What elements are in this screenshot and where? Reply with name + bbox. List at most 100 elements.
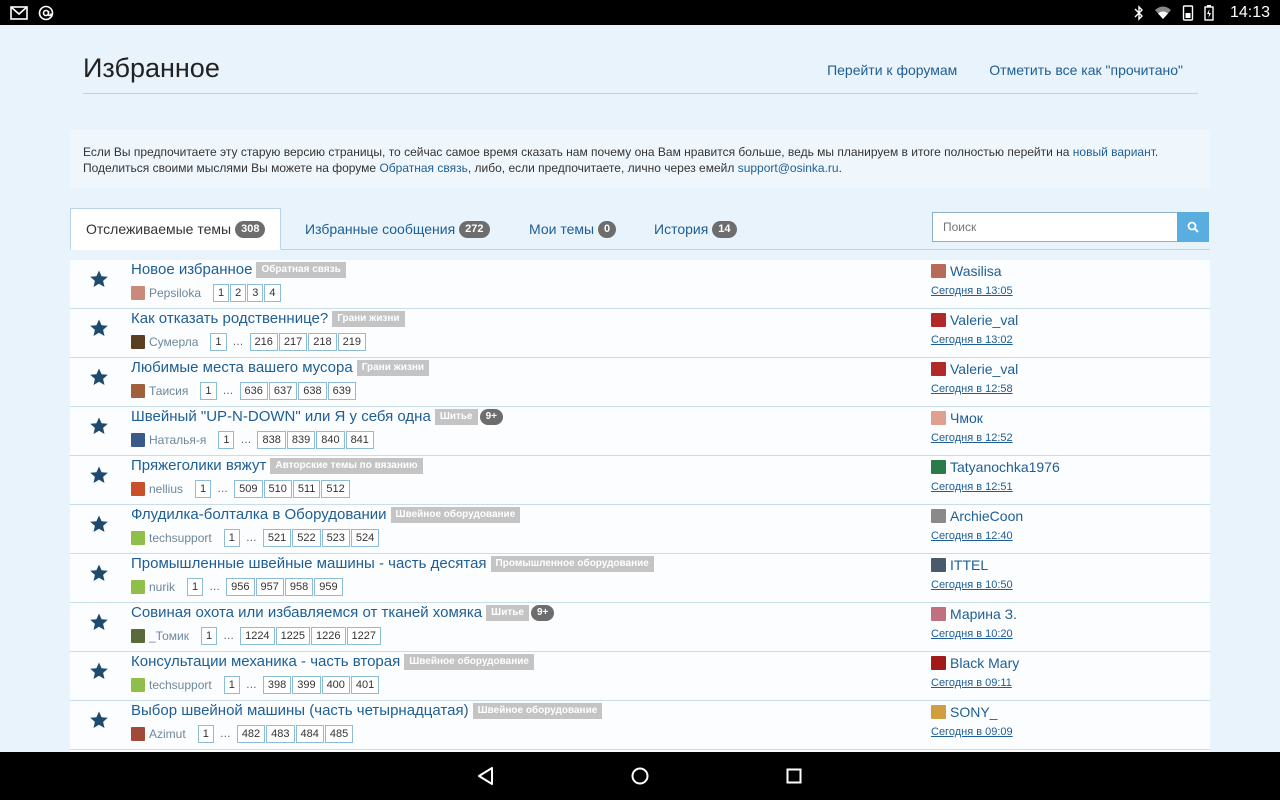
last-user-name[interactable]: Valerie_val [950, 312, 1018, 328]
page-link[interactable]: 219 [337, 333, 366, 351]
tab-tracked-topics[interactable]: Отслеживаемые темы 308 [70, 208, 282, 250]
back-button[interactable] [474, 764, 498, 788]
topic-author[interactable]: _Томик [149, 629, 189, 643]
page-link[interactable]: 1227 [346, 627, 382, 645]
star-icon[interactable] [89, 367, 109, 387]
last-post-time[interactable]: Сегодня в 12:40 [931, 530, 1023, 542]
topic-title-link[interactable]: Промышленные швейные машины - часть деся… [131, 555, 487, 572]
star-icon[interactable] [89, 612, 109, 632]
page-link[interactable]: 838 [257, 431, 286, 449]
last-post-user[interactable]: Tatyanochka1976 [931, 459, 1060, 475]
star-icon[interactable] [89, 514, 109, 534]
forum-tag[interactable]: Швейное оборудование [472, 702, 603, 719]
topic-author[interactable]: Наталья-я [149, 433, 206, 447]
page-link[interactable]: 958 [284, 578, 314, 596]
page-link[interactable]: 524 [350, 529, 380, 547]
topic-author[interactable]: nurik [149, 580, 175, 594]
page-link[interactable]: 483 [266, 725, 295, 743]
page-link[interactable]: 401 [350, 676, 380, 694]
last-user-name[interactable]: Tatyanochka1976 [950, 459, 1060, 475]
last-post-user[interactable]: Чмок [931, 410, 1013, 426]
page-link[interactable]: 484 [295, 725, 324, 743]
last-user-name[interactable]: Valerie_val [950, 361, 1018, 377]
topic-title-link[interactable]: Пряжеголики вяжут [131, 457, 266, 474]
forum-tag[interactable]: Шитье [434, 408, 478, 425]
page-link[interactable]: 400 [321, 676, 350, 694]
page-link[interactable]: 399 [292, 676, 321, 694]
star-icon[interactable] [89, 661, 109, 681]
star-icon[interactable] [89, 269, 109, 289]
topic-author[interactable]: Pepsiloka [149, 286, 201, 300]
last-post-user[interactable]: Valerie_val [931, 312, 1018, 328]
last-post-time[interactable]: Сегодня в 12:51 [931, 481, 1060, 493]
page-link[interactable]: 1 [197, 725, 214, 743]
topic-author[interactable]: Таисия [149, 384, 188, 398]
last-user-name[interactable]: ITTEL [950, 557, 988, 573]
topic-title-link[interactable]: Совиная охота или избавляемся от тканей … [131, 604, 482, 621]
last-user-name[interactable]: Чмок [950, 410, 983, 426]
page-link[interactable]: 956 [226, 578, 255, 596]
feedback-forum-link[interactable]: Обратная связь [379, 161, 467, 175]
page-link[interactable]: 217 [278, 333, 308, 351]
tab-my-topics[interactable]: Мои темы 0 [529, 208, 617, 250]
last-post-time[interactable]: Сегодня в 10:50 [931, 579, 1013, 591]
go-to-forums-link[interactable]: Перейти к форумам [827, 62, 957, 78]
last-post-time[interactable]: Сегодня в 09:09 [931, 726, 1013, 738]
last-post-user[interactable]: Wasilisa [931, 263, 1013, 279]
page-link[interactable]: 511 [292, 480, 321, 498]
last-post-time[interactable]: Сегодня в 12:52 [931, 432, 1013, 444]
page-link[interactable]: 4 [264, 284, 281, 302]
last-user-name[interactable]: Марина З. [950, 606, 1017, 622]
page-link[interactable]: 482 [236, 725, 266, 743]
topic-author[interactable]: Azimut [149, 727, 186, 741]
forum-tag[interactable]: Авторские темы по вязанию [270, 457, 423, 474]
topic-title-link[interactable]: Флудилка-болталка в Оборудовании [131, 506, 387, 523]
last-post-user[interactable]: SONY_ [931, 704, 1013, 720]
topic-title-link[interactable]: Консультации механика - часть вторая [131, 653, 400, 670]
topic-author[interactable]: nellius [149, 482, 183, 496]
page-link[interactable]: 1226 [311, 627, 346, 645]
page-link[interactable]: 839 [286, 431, 316, 449]
page-link[interactable]: 218 [308, 333, 337, 351]
topic-title-link[interactable]: Швейный "UP-N-DOWN" или Я у себя одна [131, 408, 431, 425]
page-link[interactable]: 1 [218, 431, 235, 449]
forum-tag[interactable]: Грани жизни [356, 359, 430, 376]
forum-tag[interactable]: Грани жизни [332, 310, 405, 327]
page-link[interactable]: 1 [210, 333, 227, 351]
page-link[interactable]: 1 [223, 529, 240, 547]
page-link[interactable]: 638 [298, 382, 327, 400]
last-user-name[interactable]: Wasilisa [950, 263, 1002, 279]
last-user-name[interactable]: ArchieCoon [950, 508, 1023, 524]
topic-title-link[interactable]: Выбор швейной машины (часть четырнадцата… [131, 702, 469, 719]
page-link[interactable]: 841 [345, 431, 374, 449]
star-icon[interactable] [89, 563, 109, 583]
page-link[interactable]: 959 [314, 578, 343, 596]
page-link[interactable]: 1224 [240, 627, 275, 645]
last-post-time[interactable]: Сегодня в 13:02 [931, 334, 1018, 346]
page-link[interactable]: 639 [327, 382, 356, 400]
star-icon[interactable] [89, 416, 109, 436]
page-link[interactable]: 510 [263, 480, 292, 498]
topic-author[interactable]: techsupport [149, 678, 212, 692]
forum-tag[interactable]: Обратная связь [256, 261, 346, 278]
page-link[interactable]: 522 [292, 529, 321, 547]
last-user-name[interactable]: Black Mary [950, 655, 1019, 671]
forum-tag[interactable]: Швейное оборудование [390, 506, 521, 523]
new-posts-badge[interactable]: 9+ [479, 408, 504, 425]
page-link[interactable]: 1 [223, 676, 240, 694]
page-link[interactable]: 1 [195, 480, 212, 498]
page-link[interactable]: 1 [213, 284, 230, 302]
last-post-user[interactable]: Black Mary [931, 655, 1019, 671]
page-link[interactable]: 1 [200, 382, 217, 400]
last-post-time[interactable]: Сегодня в 13:05 [931, 285, 1013, 297]
support-email-link[interactable]: support@osinka.ru [738, 161, 839, 175]
last-post-user[interactable]: Марина З. [931, 606, 1017, 622]
page-link[interactable]: 3 [247, 284, 264, 302]
page-link[interactable]: 957 [255, 578, 284, 596]
new-version-link[interactable]: новый вариант [1073, 145, 1155, 159]
topic-author[interactable]: techsupport [149, 531, 212, 545]
topic-title-link[interactable]: Новое избранное [131, 261, 252, 278]
page-link[interactable]: 521 [262, 529, 292, 547]
page-link[interactable]: 1 [200, 627, 218, 645]
topic-author[interactable]: Сумерла [149, 335, 198, 349]
